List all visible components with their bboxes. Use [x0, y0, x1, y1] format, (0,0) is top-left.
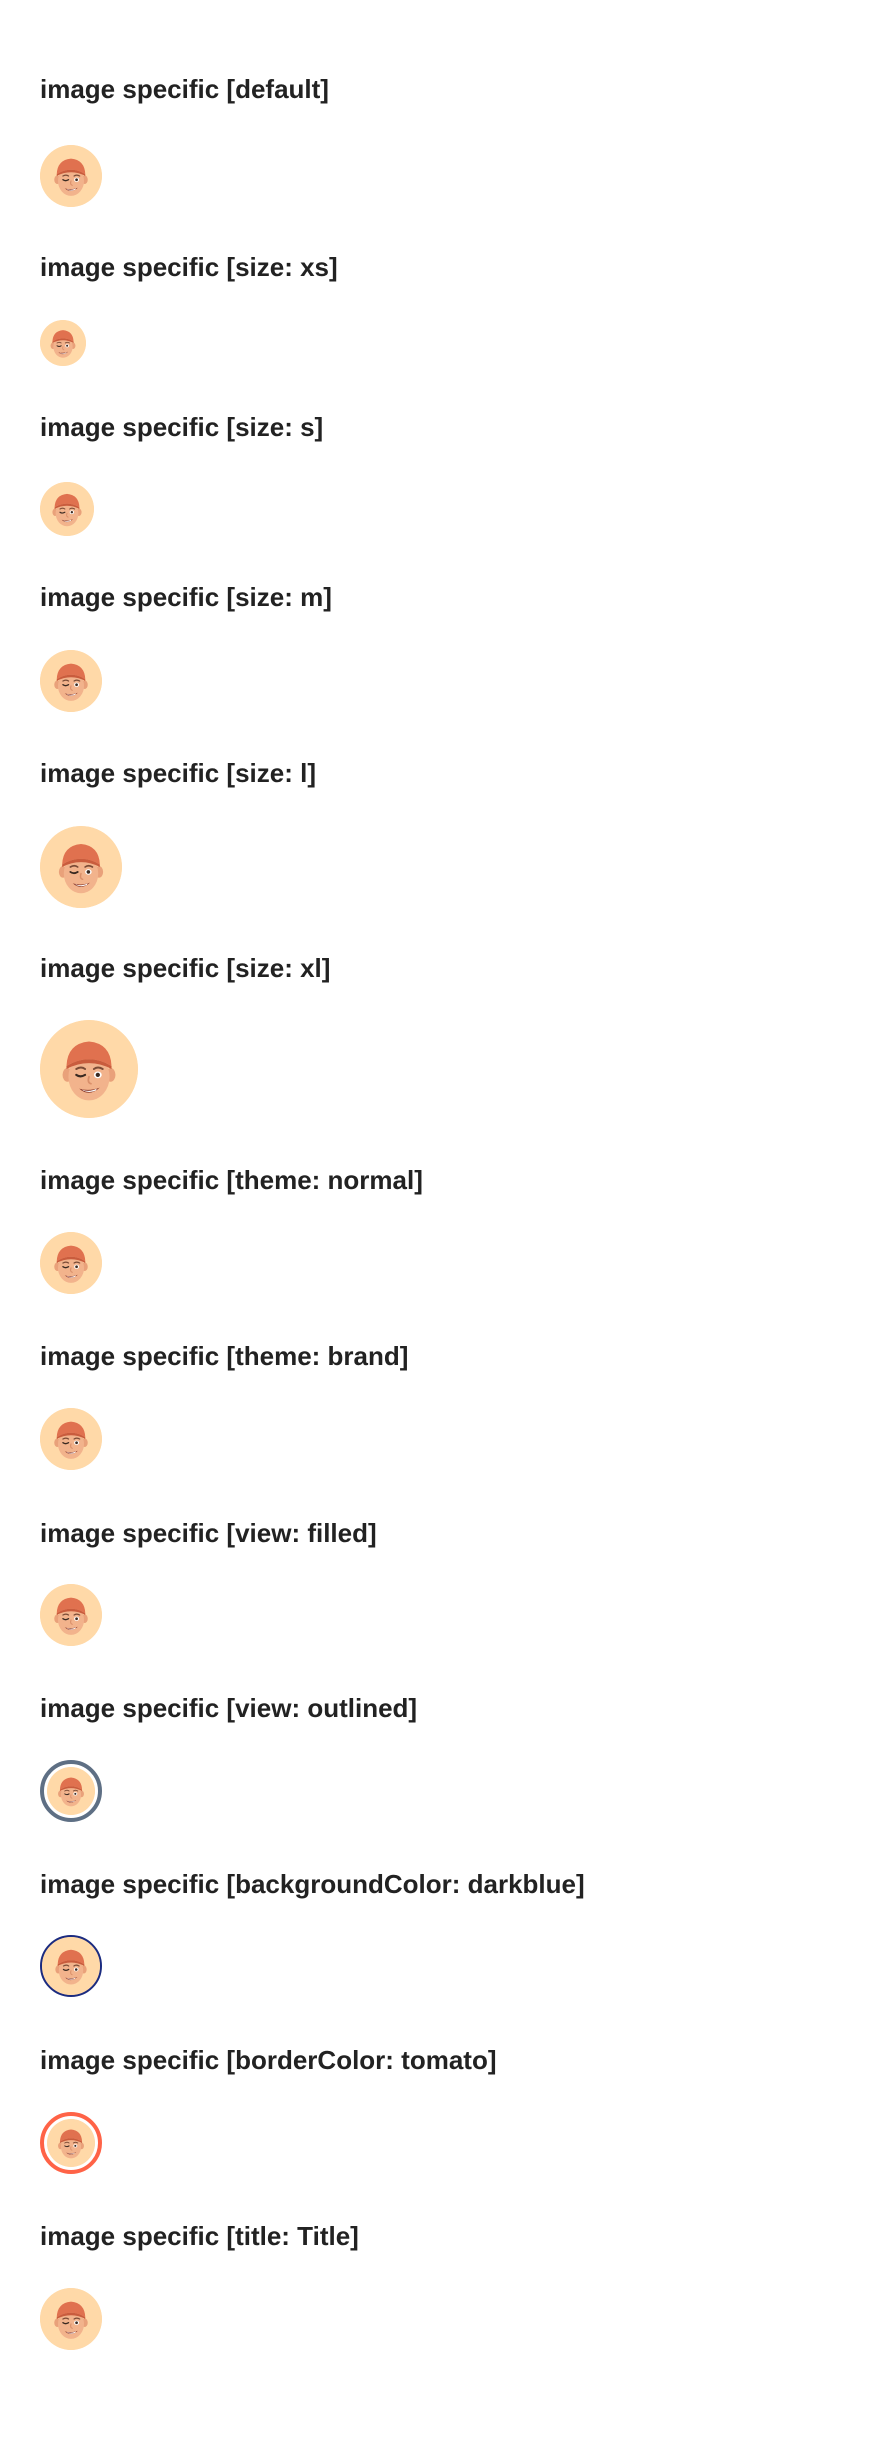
memoji-face-icon — [40, 1020, 138, 1118]
section-title-size-xl: image specific [size: xl] — [40, 953, 331, 983]
section-title-theme-brand: image specific [theme: brand] — [40, 1341, 409, 1371]
avatar-default — [40, 145, 102, 207]
memoji-face-icon — [40, 1584, 102, 1646]
section-title-size-m: image specific [size: m] — [40, 582, 332, 612]
memoji-face-icon — [40, 826, 122, 908]
avatar-background-darkblue — [40, 1935, 102, 1997]
section-title-background-darkblue: image specific [backgroundColor: darkblu… — [40, 1869, 585, 1899]
memoji-face-icon — [40, 1232, 102, 1294]
avatar-size-xl — [40, 1020, 138, 1118]
avatar-view-filled — [40, 1584, 102, 1646]
section-title-view-outlined: image specific [view: outlined] — [40, 1693, 418, 1723]
avatar-size-xs — [40, 320, 86, 366]
avatar-theme-brand — [40, 1408, 102, 1470]
section-title-title: image specific [title: Title] — [40, 2221, 359, 2251]
memoji-face-icon — [47, 1767, 95, 1815]
avatar-size-m — [40, 650, 102, 712]
section-title-default: image specific [default] — [40, 74, 329, 104]
avatar-size-l — [40, 826, 122, 908]
avatar-border-tomato — [40, 2112, 102, 2174]
memoji-face-icon — [47, 2119, 95, 2167]
section-title-size-l: image specific [size: l] — [40, 758, 316, 788]
avatar-theme-normal — [40, 1232, 102, 1294]
memoji-face-icon — [40, 145, 102, 207]
avatar-view-outlined — [40, 1760, 102, 1822]
memoji-face-icon — [40, 1408, 102, 1470]
memoji-face-icon — [40, 482, 94, 536]
avatar-title — [40, 2288, 102, 2350]
memoji-face-icon — [42, 1937, 100, 1995]
section-title-theme-normal: image specific [theme: normal] — [40, 1165, 423, 1195]
section-title-size-xs: image specific [size: xs] — [40, 252, 338, 282]
section-title-border-tomato: image specific [borderColor: tomato] — [40, 2045, 497, 2075]
memoji-face-icon — [40, 320, 86, 366]
section-title-size-s: image specific [size: s] — [40, 412, 324, 442]
memoji-face-icon — [40, 650, 102, 712]
section-title-view-filled: image specific [view: filled] — [40, 1518, 377, 1548]
memoji-face-icon — [40, 2288, 102, 2350]
avatar-size-s — [40, 482, 94, 536]
